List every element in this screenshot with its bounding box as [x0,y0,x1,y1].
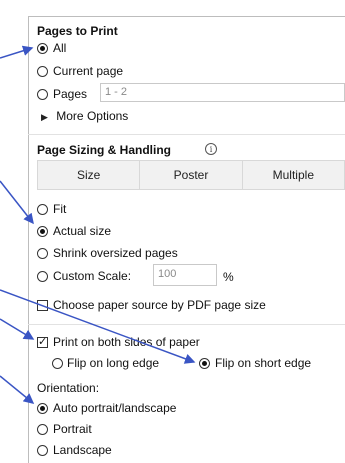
arrow-to-print-both-sides [0,318,35,340]
arrow-to-flip-short-edge [0,289,196,364]
arrow-to-auto-orientation [0,375,35,404]
arrow-to-all [0,45,34,59]
annotation-arrows [0,45,196,404]
arrow-to-actual-size [0,180,34,225]
